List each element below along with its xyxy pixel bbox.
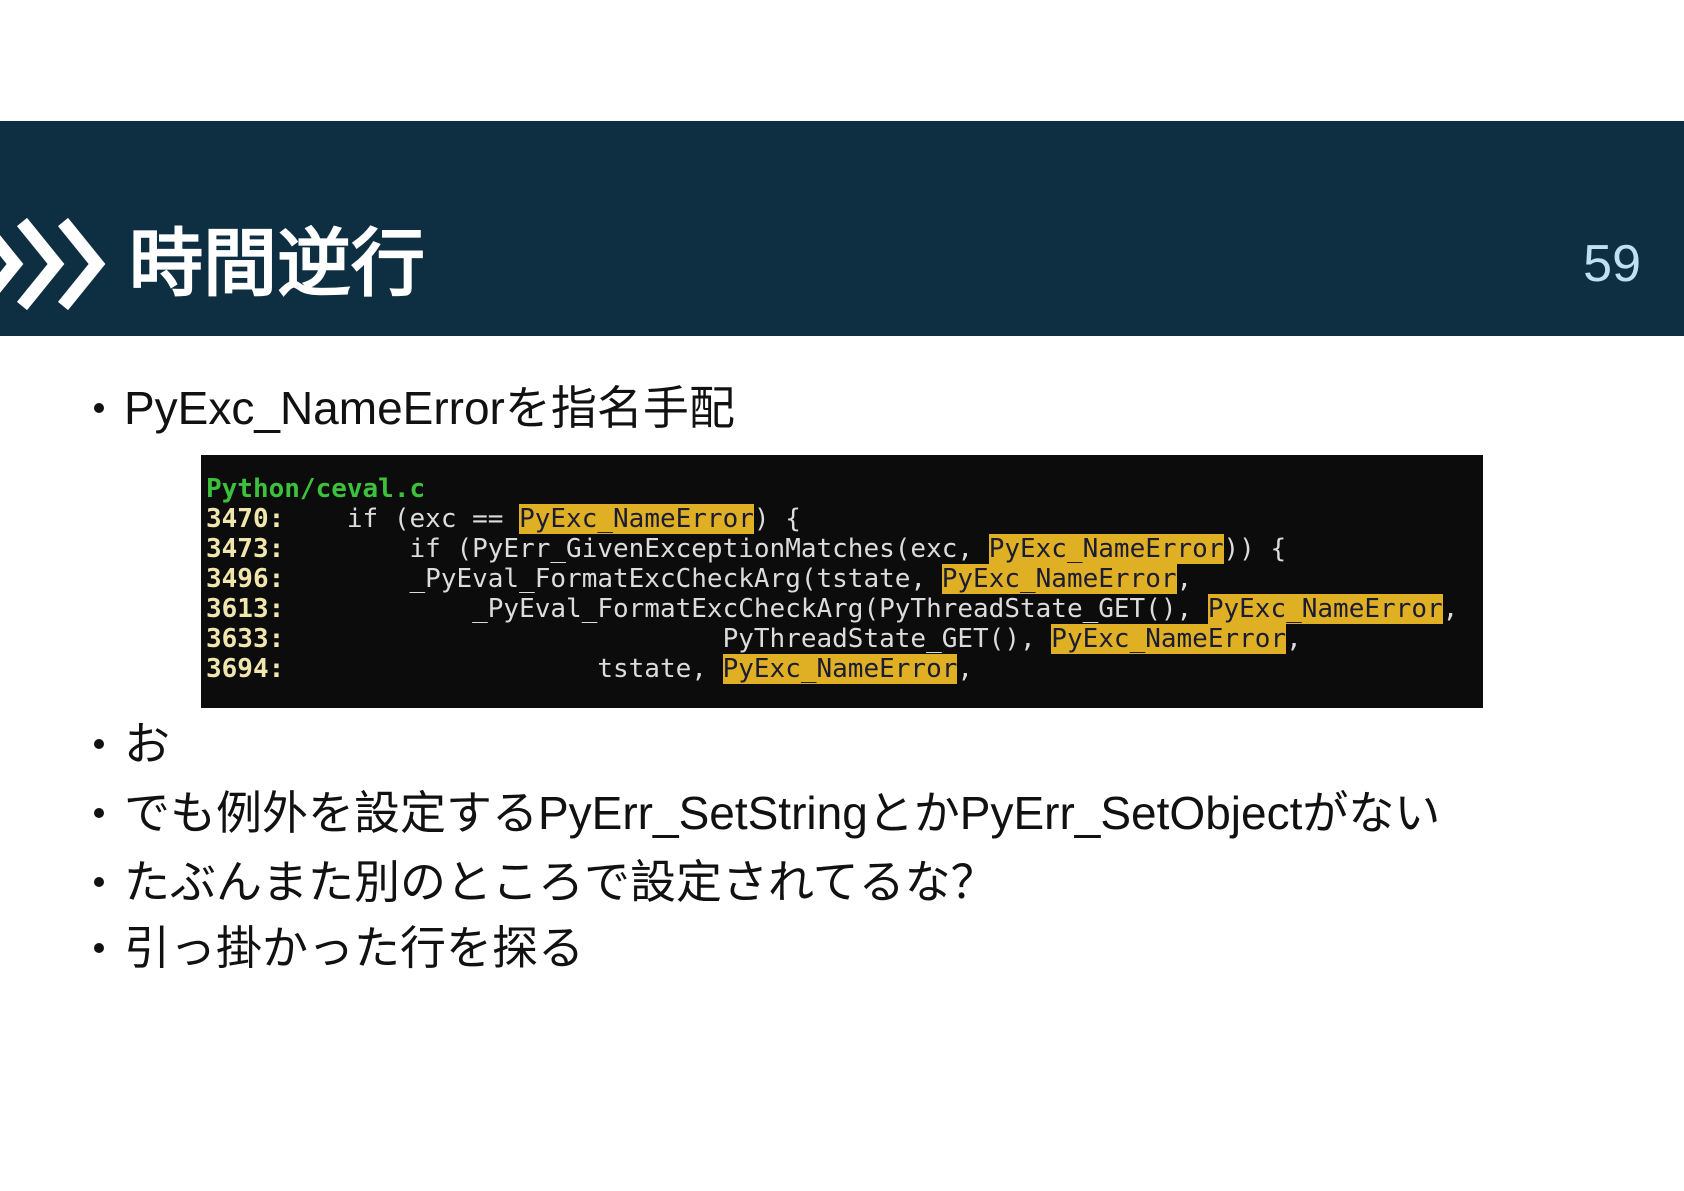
line-number: 3613: <box>206 594 285 624</box>
code-text: , <box>1442 594 1459 624</box>
code-text: , <box>1176 564 1193 594</box>
bullet-marker <box>94 808 104 818</box>
code-text: PyThreadState_GET(), <box>284 624 1052 654</box>
bullet-marker <box>94 943 104 953</box>
code-text: tstate, <box>284 654 723 684</box>
code-line: 3613: _PyEval_FormatExcCheckArg(PyThread… <box>206 594 1483 624</box>
code-text: , <box>1286 624 1302 654</box>
chevron-icon <box>57 217 106 311</box>
highlighted-match: PyExc_NameError <box>1051 624 1287 654</box>
triple-chevron-icon <box>0 217 106 311</box>
bullet-item: でも例外を設定するPyErr_SetStringとかPyErr_SetObjec… <box>0 783 1684 843</box>
chevron-icon <box>16 217 65 311</box>
bullet-marker <box>94 739 104 749</box>
bullet-text: PyExc_NameErrorを指名手配 <box>124 382 735 434</box>
line-number: 3470: <box>206 504 285 534</box>
bullet-text: たぶんまた別のところで設定されてるな？ <box>124 856 997 908</box>
bullet-text: 引っ掛かった行を探る <box>124 922 584 974</box>
bullet-item: たぶんまた別のところで設定されてるな？ <box>0 852 1684 912</box>
bullet-text: お <box>124 718 170 770</box>
line-number: 3694: <box>206 654 285 684</box>
bullet-item: 引っ掛かった行を探る <box>0 918 1684 978</box>
slide-title: 時間逆行 <box>129 222 425 305</box>
bullet-marker <box>94 877 104 887</box>
file-path: Python/ceval.c <box>206 474 426 504</box>
code-file-header: Python/ceval.c <box>206 474 1483 504</box>
code-line: 3496: _PyEval_FormatExcCheckArg(tstate, … <box>206 564 1483 594</box>
code-text: _PyEval_FormatExcCheckArg(PyThreadState_… <box>284 594 1208 624</box>
code-line: 3694: tstate, PyExc_NameError , <box>206 654 1483 684</box>
code-snippet: Python/ceval.c 3470: if (exc == PyExc_Na… <box>201 455 1483 708</box>
line-number: 3633: <box>206 624 285 654</box>
line-number: 3473: <box>206 534 285 564</box>
line-number: 3496: <box>206 564 285 594</box>
highlighted-match: PyExc_NameError <box>988 534 1224 564</box>
bullet-item: PyExc_NameErrorを指名手配 <box>0 378 1684 438</box>
slide-header: 時間逆行 59 <box>0 121 1684 336</box>
code-text: , <box>957 654 974 684</box>
highlighted-match: PyExc_NameError <box>1207 594 1443 624</box>
bullet-marker <box>94 403 104 413</box>
bullet-text: でも例外を設定するPyErr_SetStringとかPyErr_SetObjec… <box>124 787 1441 839</box>
bullet-item: お <box>0 714 1684 774</box>
highlighted-match: PyExc_NameError <box>722 654 958 684</box>
code-line: 3633: PyThreadState_GET(), PyExc_NameErr… <box>206 624 1483 654</box>
code-line: 3473: if (PyErr_GivenExceptionMatches(ex… <box>206 534 1483 564</box>
code-text: )) { <box>1223 534 1287 564</box>
code-line: 3470: if (exc == PyExc_NameError ) { <box>206 504 1483 534</box>
code-text: ) { <box>753 504 801 534</box>
code-text: if (exc == <box>284 504 520 534</box>
chevron-icon <box>0 235 24 293</box>
code-text: if (PyErr_GivenExceptionMatches(exc, <box>284 534 989 564</box>
code-text: _PyEval_FormatExcCheckArg(tstate, <box>284 564 942 594</box>
highlighted-match: PyExc_NameError <box>941 564 1177 594</box>
page-number: 59 <box>1583 235 1641 293</box>
highlighted-match: PyExc_NameError <box>519 504 754 534</box>
